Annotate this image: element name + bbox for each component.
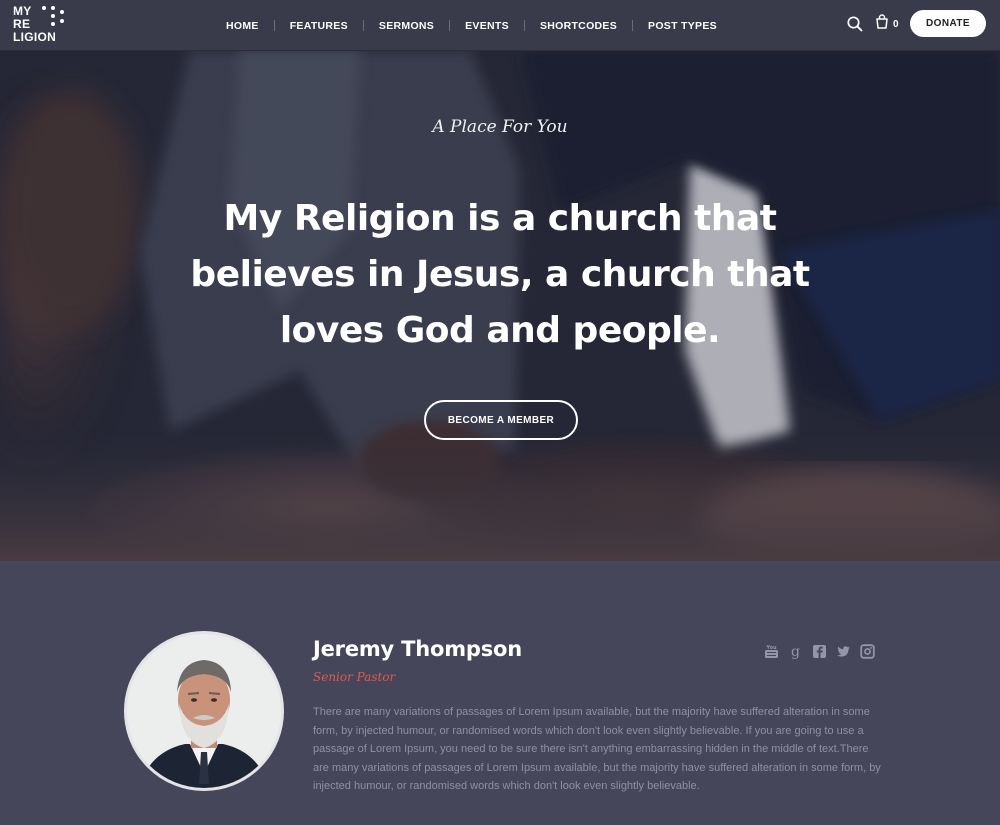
facebook-icon[interactable] bbox=[812, 644, 827, 659]
twitter-icon[interactable] bbox=[836, 644, 851, 659]
instagram-icon[interactable] bbox=[860, 644, 875, 659]
avatar bbox=[124, 631, 284, 791]
pastor-name: Jeremy Thompson bbox=[313, 637, 523, 661]
hero-title: My Religion is a church that believes in… bbox=[190, 198, 810, 351]
site-logo[interactable]: MY RE LIGION bbox=[13, 5, 65, 45]
donate-button[interactable]: DONATE bbox=[910, 10, 986, 37]
cart-icon bbox=[875, 14, 889, 34]
pastor-section: Jeremy Thompson Senior Pastor You g Ther… bbox=[0, 561, 1000, 825]
svg-text:You: You bbox=[765, 645, 777, 651]
nav-features[interactable]: FEATURES bbox=[275, 19, 363, 33]
search-icon[interactable] bbox=[846, 15, 864, 33]
nav-shortcodes[interactable]: SHORTCODES bbox=[525, 19, 632, 33]
logo-line-3: LIGION bbox=[13, 30, 57, 44]
nav-events[interactable]: EVENTS bbox=[450, 19, 524, 33]
cart-count: 0 bbox=[893, 18, 899, 30]
youtube-icon[interactable]: You bbox=[764, 644, 779, 659]
site-header: MY RE LIGION HOME FEATURES SERMONS EVENT… bbox=[0, 0, 1000, 51]
social-links: You g bbox=[764, 644, 875, 660]
google-plus-icon[interactable]: g bbox=[788, 644, 803, 660]
hero-kicker: A Place For You bbox=[432, 117, 568, 137]
pastor-role: Senior Pastor bbox=[313, 670, 396, 684]
hero-section: A Place For You My Religion is a church … bbox=[0, 51, 1000, 561]
cart-button[interactable]: 0 bbox=[875, 14, 899, 34]
become-member-button[interactable]: BECOME A MEMBER bbox=[424, 400, 578, 440]
svg-text:g: g bbox=[791, 644, 800, 659]
pastor-bio: There are many variations of passages of… bbox=[313, 706, 881, 792]
nav-home[interactable]: HOME bbox=[211, 19, 274, 33]
logo-dots-icon bbox=[42, 6, 66, 28]
nav-post-types[interactable]: POST TYPES bbox=[633, 19, 732, 33]
nav-sermons[interactable]: SERMONS bbox=[364, 19, 449, 33]
main-nav: HOME FEATURES SERMONS EVENTS SHORTCODES … bbox=[211, 0, 732, 51]
